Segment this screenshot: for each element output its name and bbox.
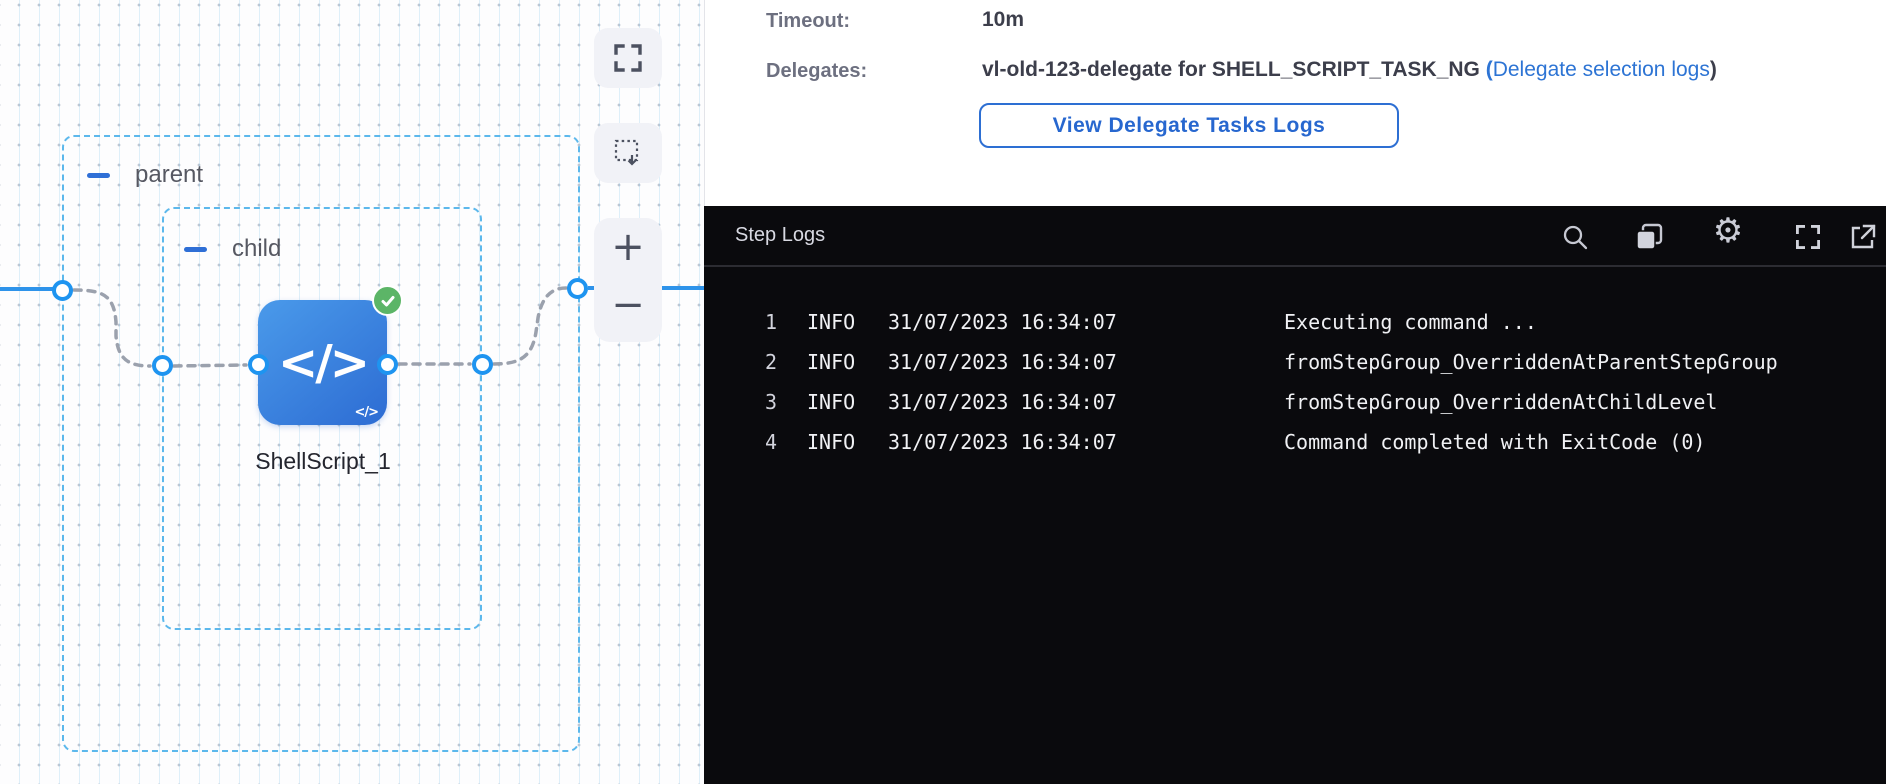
pipeline-execution-screen: parent child </> </>	[0, 0, 1886, 784]
step-node-shellscript[interactable]: </> </>	[258, 300, 387, 425]
log-time: 31/07/2023 16:34:07	[888, 302, 1117, 342]
log-level: INFO	[807, 342, 855, 382]
log-msg: Command completed with ExitCode (0)	[1284, 422, 1705, 462]
port-child-in[interactable]	[152, 355, 173, 376]
paren-open: (	[1486, 58, 1493, 81]
log-row: 1 INFO 31/07/2023 16:34:07 Executing comman…	[704, 302, 1886, 342]
settings-icon[interactable]: ⚙	[1713, 216, 1743, 246]
delegate-name: vl-old-123-delegate for SHELL_SCRIPT_TAS…	[982, 58, 1486, 81]
port-stage-out[interactable]	[567, 278, 588, 299]
zoom-controls: + −	[594, 218, 662, 342]
port-child-out[interactable]	[472, 354, 493, 375]
timeout-label: Timeout:	[766, 10, 850, 33]
log-num: 2	[744, 342, 777, 382]
step-node-label: ShellScript_1	[238, 448, 408, 475]
delegate-selection-logs-link[interactable]: Delegate selection logs	[1493, 58, 1710, 81]
copy-icon[interactable]	[1634, 222, 1664, 252]
zoom-out-button[interactable]: −	[594, 276, 662, 338]
port-stage-in[interactable]	[52, 280, 73, 301]
marquee-select-icon	[612, 137, 644, 169]
pipeline-canvas[interactable]: parent child </> </>	[0, 0, 705, 784]
log-row: 3 INFO 31/07/2023 16:34:07 fromStepGroup_Ov…	[704, 382, 1886, 422]
log-rows: 1 INFO 31/07/2023 16:34:07 Executing comman…	[704, 302, 1886, 462]
canvas-fullscreen-button[interactable]	[594, 28, 662, 88]
port-node-out[interactable]	[377, 354, 398, 375]
port-node-in[interactable]	[248, 354, 269, 375]
log-level: INFO	[807, 382, 855, 422]
marquee-select-button[interactable]	[594, 123, 662, 183]
step-logs-console: Step Logs ⚙	[704, 206, 1886, 784]
log-time: 31/07/2023 16:34:07	[888, 342, 1117, 382]
log-msg: fromStepGroup_OverriddenAtParentStepGrou…	[1284, 342, 1778, 382]
fullscreen-icon	[611, 41, 645, 75]
log-msg: fromStepGroup_OverriddenAtChildLevel	[1284, 382, 1717, 422]
log-num: 1	[744, 302, 777, 342]
shell-script-mini-icon: </>	[354, 405, 378, 420]
timeout-value: 10m	[982, 8, 1024, 32]
delegates-value: vl-old-123-delegate for SHELL_SCRIPT_TAS…	[982, 58, 1717, 82]
log-row: 2 INFO 31/07/2023 16:34:07 fromStepGroup_Ov…	[704, 342, 1886, 382]
view-delegate-tasks-logs-button[interactable]: View Delegate Tasks Logs	[979, 103, 1399, 148]
log-num: 3	[744, 382, 777, 422]
step-logs-title: Step Logs	[735, 224, 825, 247]
step-details-panel: Timeout: 10m Delegates: vl-old-123-deleg…	[705, 0, 1886, 206]
paren-close: )	[1710, 58, 1717, 81]
log-level: INFO	[807, 302, 855, 342]
log-time: 31/07/2023 16:34:07	[888, 422, 1117, 462]
log-time: 31/07/2023 16:34:07	[888, 382, 1117, 422]
search-icon[interactable]	[1560, 222, 1590, 252]
open-in-new-icon[interactable]	[1847, 222, 1877, 252]
step-logs-header: Step Logs ⚙	[704, 206, 1886, 267]
success-check-icon	[372, 285, 403, 316]
log-msg: Executing command ...	[1284, 302, 1537, 342]
fullscreen-icon[interactable]	[1793, 222, 1823, 252]
log-num: 4	[744, 422, 777, 462]
log-level: INFO	[807, 422, 855, 462]
zoom-in-button[interactable]: +	[594, 218, 662, 280]
delegates-label: Delegates:	[766, 60, 867, 83]
log-row: 4 INFO 31/07/2023 16:34:07 Command complete…	[704, 422, 1886, 462]
